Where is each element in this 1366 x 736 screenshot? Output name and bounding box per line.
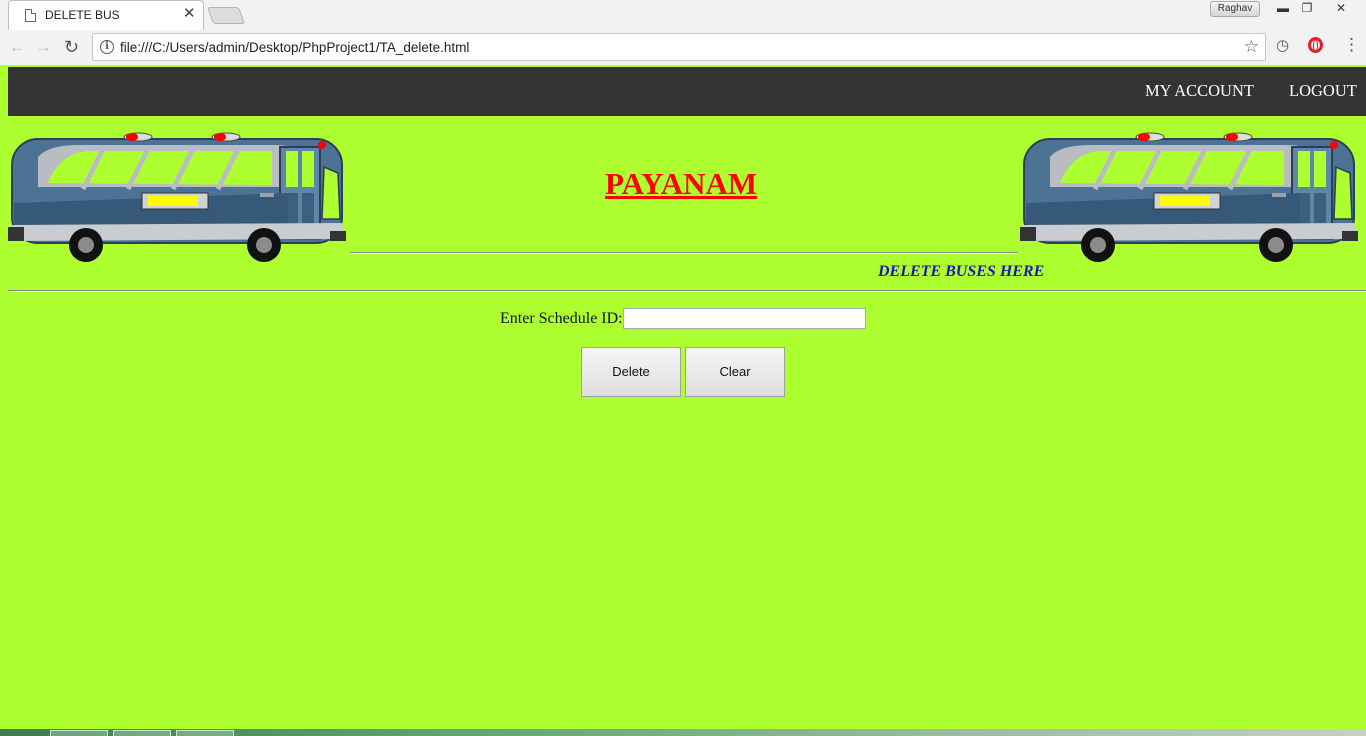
minimize-icon[interactable]: ▬ — [1270, 0, 1296, 18]
reload-icon[interactable]: ↻ — [64, 38, 79, 56]
page-subtitle: DELETE BUSES HERE — [878, 263, 1045, 280]
logout-link[interactable]: LOGOUT — [1289, 81, 1357, 101]
history-icon[interactable]: ◷ — [1276, 36, 1289, 54]
tab-title: DELETE BUS — [45, 8, 120, 22]
page-icon — [25, 9, 36, 22]
profile-button[interactable]: Raghav — [1210, 1, 1260, 17]
address-bar[interactable]: i file:///C:/Users/admin/Desktop/PhpProj… — [92, 33, 1266, 61]
delete-button[interactable]: Delete — [581, 347, 681, 397]
opera-icon[interactable] — [1308, 37, 1323, 53]
taskbar-item[interactable] — [176, 730, 234, 736]
section-divider — [8, 290, 1366, 292]
tab-close-icon[interactable]: ✕ — [183, 6, 196, 22]
browser-toolbar: ← → ↻ i file:///C:/Users/admin/Desktop/P… — [0, 30, 1366, 66]
clear-button[interactable]: Clear — [685, 347, 785, 397]
top-navbar: MY ACCOUNT LOGOUT — [8, 67, 1366, 116]
url-text[interactable]: file:///C:/Users/admin/Desktop/PhpProjec… — [120, 40, 469, 55]
new-tab-button[interactable] — [206, 7, 246, 24]
site-brand-title: PAYANAM — [605, 166, 758, 201]
my-account-link[interactable]: MY ACCOUNT — [1145, 81, 1254, 101]
back-arrow-icon[interactable]: ← — [9, 38, 26, 56]
browser-tab[interactable]: DELETE BUS ✕ — [8, 0, 204, 30]
bus-illustration — [8, 132, 346, 262]
window-close-icon[interactable]: ✕ — [1326, 0, 1356, 18]
menu-icon[interactable]: ⋮ — [1343, 36, 1360, 54]
browser-titlebar: DELETE BUS ✕ Raghav ▬ ❐ ✕ — [0, 0, 1366, 30]
forward-arrow-icon[interactable]: → — [35, 38, 52, 56]
restore-icon[interactable]: ❐ — [1294, 0, 1320, 18]
taskbar-item[interactable] — [50, 730, 108, 736]
bus-image-right — [1020, 132, 1358, 262]
page-content: MY ACCOUNT LOGOUT PAYANAM DELETE BUSES H… — [8, 67, 1366, 729]
header-divider — [350, 252, 1018, 254]
bus-illustration — [1020, 132, 1358, 262]
schedule-id-input[interactable] — [623, 308, 866, 329]
taskbar-item[interactable] — [113, 730, 171, 736]
schedule-id-label: Enter Schedule ID: — [500, 310, 623, 327]
info-icon[interactable]: i — [100, 40, 114, 54]
star-icon[interactable]: ☆ — [1244, 37, 1259, 57]
bus-image-left — [8, 132, 346, 262]
